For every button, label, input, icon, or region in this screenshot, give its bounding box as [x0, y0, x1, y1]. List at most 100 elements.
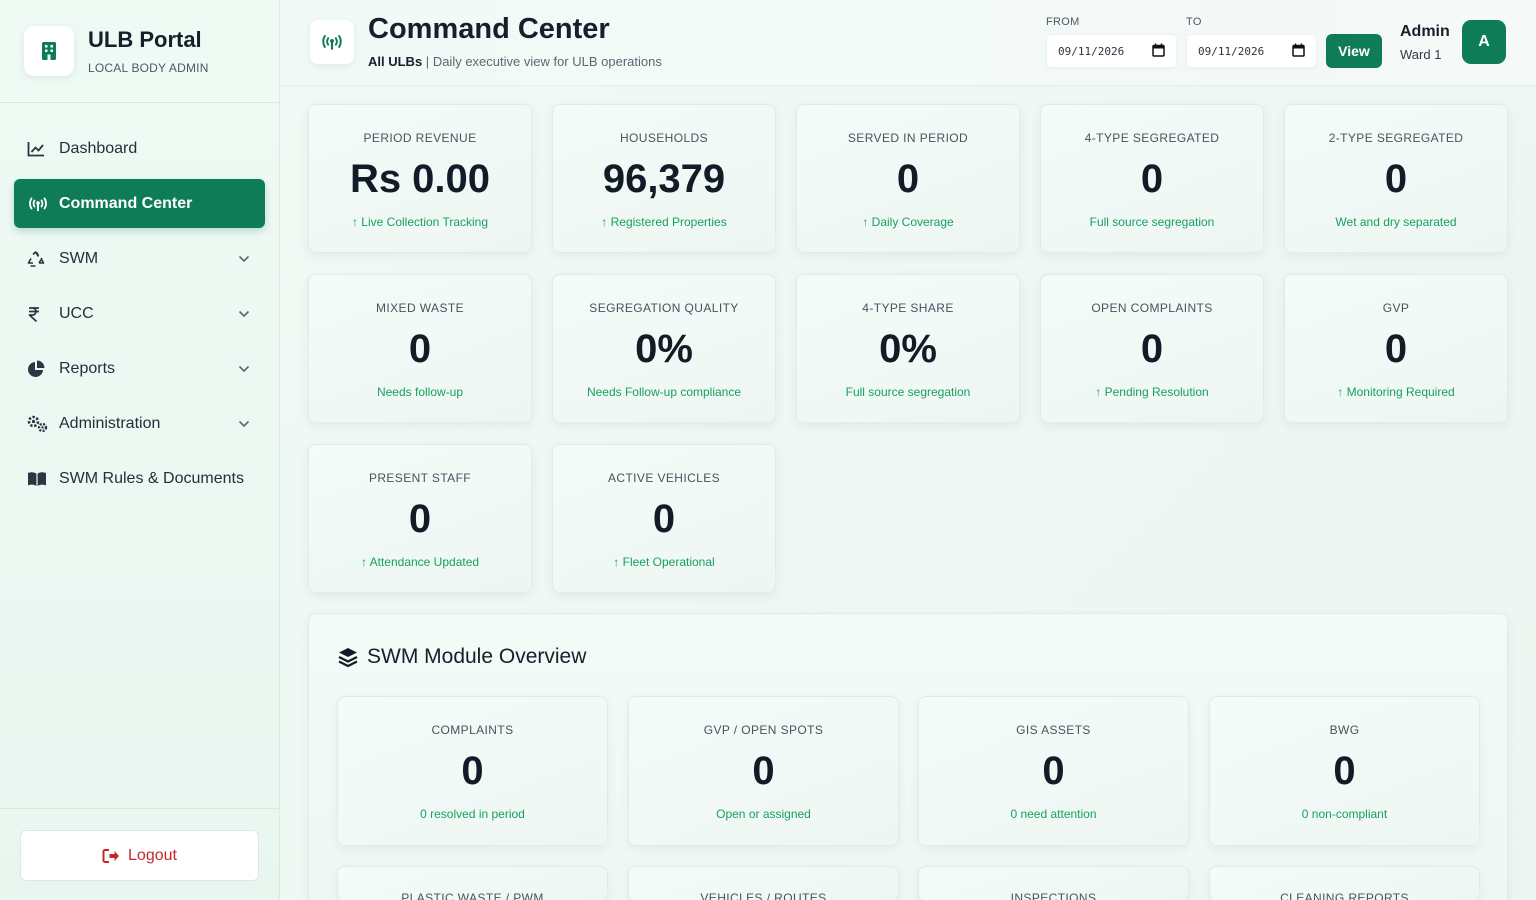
chevron-down-icon [237, 252, 251, 266]
stat-label: OPEN COMPLAINTS [1091, 301, 1213, 315]
stat-value: 96,379 [602, 157, 726, 201]
stat-value: 0 [896, 157, 920, 201]
module-label: PLASTIC WASTE / PWM [401, 891, 544, 900]
module-card-cleaning-reports[interactable]: CLEANING REPORTS [1209, 866, 1480, 900]
subtitle-text: Daily executive view for ULB operations [432, 54, 662, 69]
recycle-icon [27, 250, 49, 268]
sidebar-item-command-center[interactable]: Command Center [14, 179, 265, 228]
layers-icon [337, 646, 359, 668]
stat-label: GVP [1382, 301, 1410, 315]
module-card-inspections[interactable]: INSPECTIONS [918, 866, 1189, 900]
stat-value: Rs 0.00 [349, 157, 491, 201]
sidebar-item-label: UCC [59, 304, 94, 322]
module-card-plastic-waste[interactable]: PLASTIC WASTE / PWM [337, 866, 608, 900]
to-date-value: 09/11/2026 [1198, 44, 1265, 58]
stat-value: 0 [1384, 327, 1408, 371]
stat-note: ↑ Daily Coverage [862, 215, 954, 229]
stat-label: 2-TYPE SEGREGATED [1328, 131, 1464, 145]
stat-note: Full source segregation [845, 385, 971, 399]
broadcast-tower-icon [27, 195, 49, 213]
sidebar-item-label: Reports [59, 359, 116, 377]
page-title: Command Center [368, 13, 610, 45]
module-label: GIS ASSETS [1016, 723, 1091, 737]
module-card-bwg[interactable]: BWG 0 0 non-compliant [1209, 696, 1480, 846]
module-value: 0 [461, 749, 484, 793]
sidebar-item-dashboard[interactable]: Dashboard [14, 124, 265, 173]
user-ward: Ward 1 [1400, 47, 1442, 62]
stat-card-4-type-share: 4-TYPE SHARE 0% Full source segregation [796, 274, 1020, 423]
module-note: 0 non-compliant [1301, 807, 1388, 821]
module-label: VEHICLES / ROUTES [700, 891, 827, 900]
module-note: Open or assigned [716, 807, 811, 821]
module-card-complaints[interactable]: COMPLAINTS 0 0 resolved in period [337, 696, 608, 846]
from-date-group: FROM 09/11/2026 [1046, 16, 1177, 68]
sidebar: ULB Portal LOCAL BODY ADMIN Dashboard Co… [0, 0, 280, 900]
scope-label: All ULBs [368, 54, 423, 69]
sidebar-item-label: SWM Rules & Documents [59, 469, 244, 487]
stat-card-gvp: GVP 0 ↑ Monitoring Required [1284, 274, 1508, 423]
broadcast-tower-icon [310, 20, 354, 64]
stat-label: PRESENT STAFF [368, 471, 472, 485]
sidebar-item-label: Command Center [59, 194, 193, 212]
sidebar-item-reports[interactable]: Reports [14, 344, 265, 393]
stat-card-period-revenue: PERIOD REVENUE Rs 0.00 ↑ Live Collection… [308, 104, 532, 253]
module-value: 0 [1042, 749, 1065, 793]
stat-note: ↑ Monitoring Required [1337, 385, 1455, 399]
stat-note: ↑ Attendance Updated [360, 555, 480, 569]
stat-label: MIXED WASTE [376, 301, 464, 315]
stat-note: ↑ Live Collection Tracking [351, 215, 489, 229]
stat-card-mixed-waste: MIXED WASTE 0 Needs follow-up [308, 274, 532, 423]
user-name: Admin [1400, 23, 1450, 40]
brand: ULB Portal LOCAL BODY ADMIN [0, 0, 279, 103]
stat-label: 4-TYPE SEGREGATED [1084, 131, 1220, 145]
stat-note: Full source segregation [1089, 215, 1215, 229]
to-label: TO [1186, 16, 1202, 28]
stat-note: Needs Follow-up compliance [586, 385, 742, 399]
view-button[interactable]: View [1326, 34, 1382, 68]
calendar-icon[interactable] [1292, 43, 1305, 60]
sidebar-item-label: SWM [59, 249, 99, 267]
stat-label: HOUSEHOLDS [619, 131, 709, 145]
stat-value: 0% [879, 327, 937, 371]
stat-card-4-type-segregated: 4-TYPE SEGREGATED 0 Full source segregat… [1040, 104, 1264, 253]
stat-card-served-in-period: SERVED IN PERIOD 0 ↑ Daily Coverage [796, 104, 1020, 253]
stat-card-segregation-quality: SEGREGATION QUALITY 0% Needs Follow-up c… [552, 274, 776, 423]
book-icon [27, 470, 49, 488]
sidebar-item-ucc[interactable]: UCC [14, 289, 265, 338]
sidebar-item-administration[interactable]: Administration [14, 399, 265, 448]
sidebar-item-label: Dashboard [59, 139, 138, 157]
stat-value: 0 [1140, 327, 1164, 371]
rupee-icon [27, 305, 49, 323]
module-label: GVP / OPEN SPOTS [703, 723, 824, 737]
building-icon [24, 26, 74, 76]
stat-note: ↑ Pending Resolution [1095, 385, 1209, 399]
stat-label: ACTIVE VEHICLES [607, 471, 721, 485]
brand-title: ULB Portal [88, 27, 202, 52]
stat-card-open-complaints: OPEN COMPLAINTS 0 ↑ Pending Resolution [1040, 274, 1264, 423]
module-card-gvp-open-spots[interactable]: GVP / OPEN SPOTS 0 Open or assigned [628, 696, 899, 846]
sidebar-item-swm-rules-documents[interactable]: SWM Rules & Documents [14, 454, 265, 503]
chart-line-icon [27, 140, 49, 158]
sidebar-item-swm[interactable]: SWM [14, 234, 265, 283]
logout-button[interactable]: Logout [20, 830, 259, 881]
page-header: Command Center All ULBs | Daily executiv… [280, 0, 1536, 86]
stat-value: 0 [652, 497, 676, 541]
avatar[interactable]: A [1462, 20, 1506, 64]
module-value: 0 [752, 749, 775, 793]
swm-module-overview: SWM Module Overview COMPLAINTS 0 0 resol… [308, 613, 1508, 900]
chevron-down-icon [237, 417, 251, 431]
logout-label: Logout [128, 846, 177, 864]
sign-out-icon [102, 848, 120, 864]
stat-value: 0 [1140, 157, 1164, 201]
module-card-gis-assets[interactable]: GIS ASSETS 0 0 need attention [918, 696, 1189, 846]
module-label: CLEANING REPORTS [1280, 891, 1409, 900]
stat-label: SEGREGATION QUALITY [589, 301, 739, 315]
module-value: 0 [1333, 749, 1356, 793]
from-date-input[interactable]: 09/11/2026 [1046, 34, 1177, 68]
sidebar-item-label: Administration [59, 414, 161, 432]
to-date-input[interactable]: 09/11/2026 [1186, 34, 1317, 68]
calendar-icon[interactable] [1152, 43, 1165, 60]
section-title: SWM Module Overview [337, 645, 586, 669]
sidebar-nav: Dashboard Command Center SWM UCC Reports… [14, 124, 265, 509]
module-card-vehicles-routes[interactable]: VEHICLES / ROUTES [628, 866, 899, 900]
